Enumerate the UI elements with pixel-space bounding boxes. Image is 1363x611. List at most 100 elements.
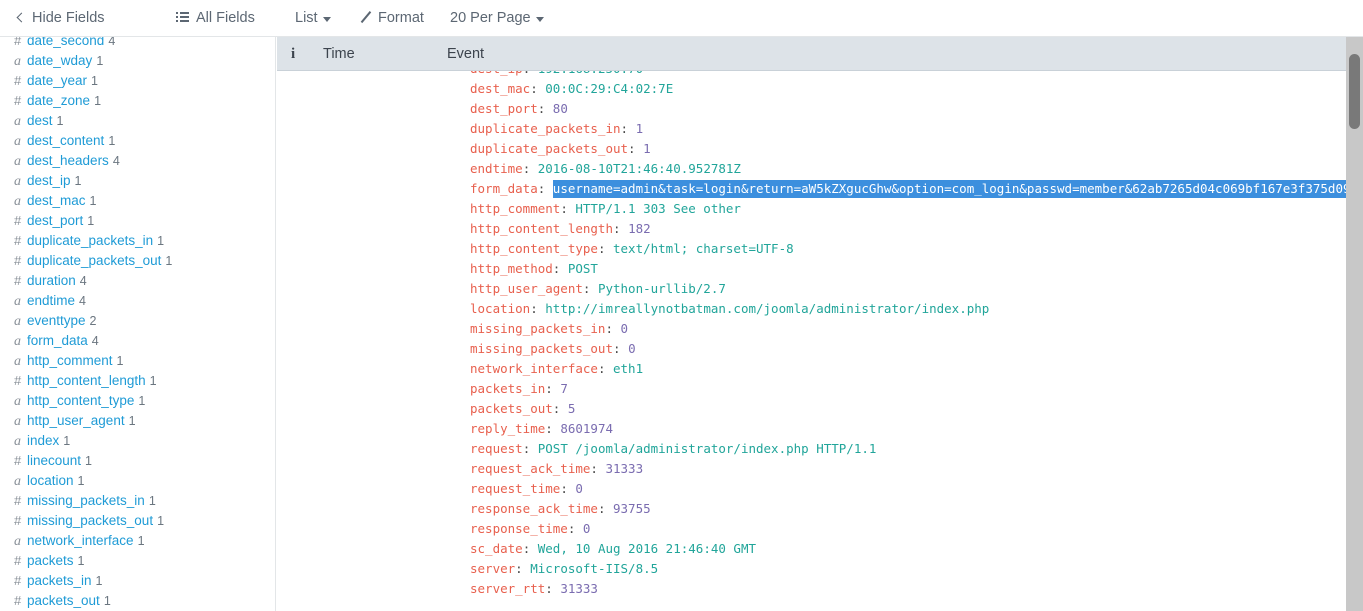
event-field-key[interactable]: http_method [470, 261, 553, 276]
event-field-value[interactable]: Python-urllib/2.7 [598, 281, 726, 296]
event-field-key[interactable]: request_time [470, 481, 560, 496]
event-field-key[interactable]: http_comment [470, 201, 560, 216]
event-field-value[interactable]: Wed, 10 Aug 2016 21:46:40 GMT [538, 541, 756, 556]
event-field-value[interactable]: eth1 [613, 361, 643, 376]
sidebar-field-duplicate_packets_in[interactable]: # duplicate_packets_in 1 [0, 231, 275, 251]
event-field-key[interactable]: http_content_length [470, 221, 613, 236]
sidebar-field-endtime[interactable]: a endtime 4 [0, 291, 275, 311]
event-field-key[interactable]: missing_packets_in [470, 321, 605, 336]
event-field-value[interactable]: 31333 [605, 461, 643, 476]
event-field-value-selected[interactable]: username=admin&task=login&return=aW5kZXg… [552, 180, 1346, 198]
event-field-key[interactable]: request_ack_time [470, 461, 590, 476]
event-field-value[interactable]: POST [568, 261, 598, 276]
event-field-key[interactable]: location [470, 301, 530, 316]
event-field-key[interactable]: packets_out [470, 401, 553, 416]
event-field-key[interactable]: response_time [470, 521, 568, 536]
event-field-value[interactable]: 0 [583, 521, 591, 536]
sidebar-field-date_second[interactable]: # date_second 4 [0, 37, 275, 51]
event-field-key[interactable]: response_ack_time [470, 501, 598, 516]
event-field-value[interactable]: 0 [621, 321, 629, 336]
sidebar-field-dest[interactable]: a dest 1 [0, 111, 275, 131]
sidebar-field-eventtype[interactable]: a eventtype 2 [0, 311, 275, 331]
event-field-value[interactable]: text/html; charset=UTF-8 [613, 241, 794, 256]
event-field-key[interactable]: server [470, 561, 515, 576]
event-field-key[interactable]: request [470, 441, 523, 456]
key-value-separator: : [560, 481, 576, 496]
key-value-separator: : [605, 321, 621, 336]
sidebar-field-date_zone[interactable]: # date_zone 1 [0, 91, 275, 111]
column-header-time[interactable]: Time [323, 37, 355, 71]
sidebar-field-http_user_agent[interactable]: a http_user_agent 1 [0, 411, 275, 431]
sidebar-field-packets[interactable]: # packets 1 [0, 551, 275, 571]
sidebar-field-network_interface[interactable]: a network_interface 1 [0, 531, 275, 551]
sidebar-field-http_content_length[interactable]: # http_content_length 1 [0, 371, 275, 391]
vertical-scrollbar-thumb[interactable] [1349, 54, 1360, 129]
sidebar-field-form_data[interactable]: a form_data 4 [0, 331, 275, 351]
sidebar-field-linecount[interactable]: # linecount 1 [0, 451, 275, 471]
fields-sidebar[interactable]: # date_second 4 a date_wday 1 # date_year 1 # date… [0, 37, 276, 611]
event-field-key[interactable]: form_data [470, 181, 538, 196]
sidebar-field-dest_ip[interactable]: a dest_ip 1 [0, 171, 275, 191]
sidebar-field-dest_mac[interactable]: a dest_mac 1 [0, 191, 275, 211]
all-fields-button[interactable]: All Fields [176, 0, 255, 36]
event-field-value[interactable]: 1 [636, 121, 644, 136]
sidebar-field-dest_headers[interactable]: a dest_headers 4 [0, 151, 275, 171]
list-view-dropdown[interactable]: List [295, 0, 331, 36]
sidebar-field-packets_out[interactable]: # packets_out 1 [0, 591, 275, 611]
event-field-value[interactable]: 182 [628, 221, 651, 236]
event-field-key[interactable]: dest_port [470, 101, 538, 116]
format-button[interactable]: Format [360, 0, 424, 36]
sidebar-field-duplicate_packets_out[interactable]: # duplicate_packets_out 1 [0, 251, 275, 271]
event-field-key[interactable]: duplicate_packets_in [470, 121, 621, 136]
event-field-key[interactable]: missing_packets_out [470, 341, 613, 356]
event-field-key[interactable]: dest_mac [470, 81, 530, 96]
sidebar-field-location[interactable]: a location 1 [0, 471, 275, 491]
event-field-key[interactable]: sc_date [470, 541, 523, 556]
event-field-value[interactable]: 80 [553, 101, 568, 116]
event-field-value[interactable]: 0 [628, 341, 636, 356]
sidebar-field-name: endtime [27, 293, 76, 308]
event-field-key[interactable]: packets_in [470, 381, 545, 396]
event-field-key[interactable]: server_rtt [470, 581, 545, 596]
per-page-dropdown[interactable]: 20 Per Page [450, 0, 544, 36]
sidebar-field-index[interactable]: a index 1 [0, 431, 275, 451]
sidebar-field-missing_packets_out[interactable]: # missing_packets_out 1 [0, 511, 275, 531]
sidebar-field-missing_packets_in[interactable]: # missing_packets_in 1 [0, 491, 275, 511]
event-field-value[interactable]: 2016-08-10T21:46:40.952781Z [538, 161, 741, 176]
event-field-value[interactable]: 31333 [560, 581, 598, 596]
event-field-value[interactable]: 192.168.250.70 [538, 71, 643, 76]
event-field-value[interactable]: 00:0C:29:C4:02:7E [545, 81, 673, 96]
event-field-value[interactable]: HTTP/1.1 303 See other [575, 201, 741, 216]
event-field-row: duplicate_packets_in: 1 [470, 119, 1346, 139]
sidebar-field-dest_port[interactable]: # dest_port 1 [0, 211, 275, 231]
event-field-key[interactable]: duplicate_packets_out [470, 141, 628, 156]
event-field-key[interactable]: dest_ip [470, 71, 523, 76]
column-header-info[interactable]: i [291, 37, 295, 71]
sidebar-field-dest_content[interactable]: a dest_content 1 [0, 131, 275, 151]
event-field-key[interactable]: http_user_agent [470, 281, 583, 296]
event-field-value[interactable]: 0 [575, 481, 583, 496]
column-header-event[interactable]: Event [447, 37, 484, 71]
event-field-value[interactable]: 93755 [613, 501, 651, 516]
event-field-value[interactable]: 8601974 [560, 421, 613, 436]
sidebar-field-http_content_type[interactable]: a http_content_type 1 [0, 391, 275, 411]
hide-fields-button[interactable]: Hide Fields [16, 0, 105, 36]
sidebar-field-date_year[interactable]: # date_year 1 [0, 71, 275, 91]
event-field-key[interactable]: http_content_type [470, 241, 598, 256]
event-field-key[interactable]: reply_time [470, 421, 545, 436]
event-field-value[interactable]: 1 [643, 141, 651, 156]
event-field-value[interactable]: http://imreallynotbatman.com/joomla/admi… [545, 301, 989, 316]
sidebar-field-packets_in[interactable]: # packets_in 1 [0, 571, 275, 591]
sidebar-field-duration[interactable]: # duration 4 [0, 271, 275, 291]
sidebar-field-name: packets_out [27, 593, 100, 608]
event-field-value[interactable]: POST /joomla/administrator/index.php HTT… [538, 441, 877, 456]
sidebar-field-http_comment[interactable]: a http_comment 1 [0, 351, 275, 371]
event-detail-pane: dest_ip: 192.168.250.70 dest_mac: 00:0C:2… [277, 71, 1346, 611]
event-field-key[interactable]: network_interface [470, 361, 598, 376]
event-field-key[interactable]: endtime [470, 161, 523, 176]
event-field-value[interactable]: 5 [568, 401, 576, 416]
event-field-value[interactable]: Microsoft-IIS/8.5 [530, 561, 658, 576]
sidebar-field-count: 1 [87, 214, 95, 228]
event-field-value[interactable]: 7 [560, 381, 568, 396]
sidebar-field-date_wday[interactable]: a date_wday 1 [0, 51, 275, 71]
